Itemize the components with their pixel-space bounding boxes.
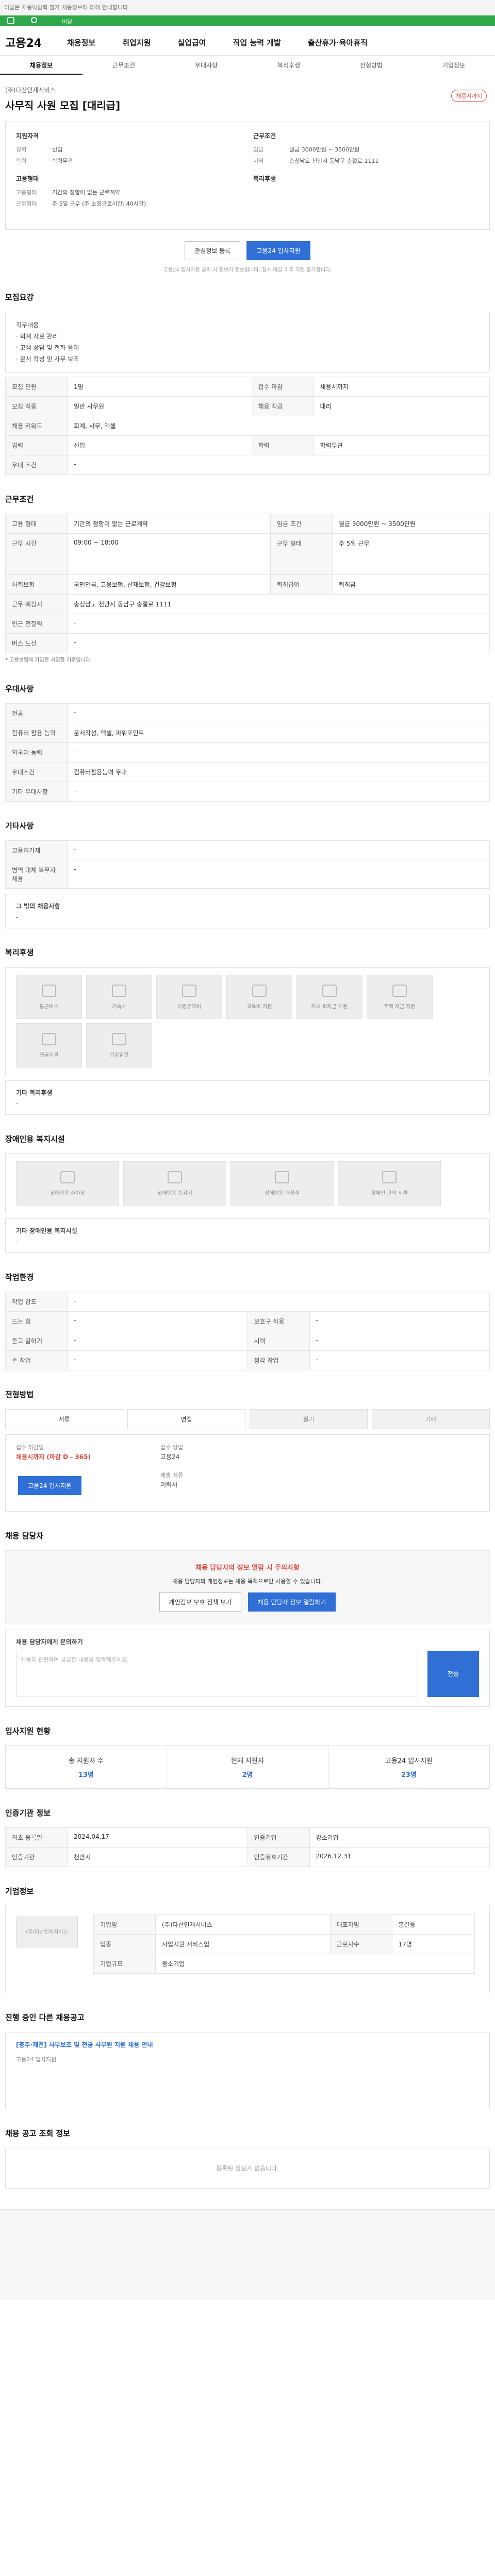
- logo[interactable]: 고용24: [5, 34, 42, 50]
- car-icon: [182, 985, 196, 997]
- section-other-jobs: 진행 중인 다른 채용공고 [충주·제천] 사무보조 및 전공 사무원 지원 채…: [5, 2012, 490, 2109]
- tab[interactable]: 채용정보: [0, 56, 82, 75]
- welfare-card: 자녀 학자금 지원: [296, 975, 362, 1019]
- facility-card: 장애인용 승강기: [123, 1161, 226, 1206]
- welfare-card: 차량유지비: [156, 975, 222, 1019]
- section-tabs: 채용정보 근무조건 우대사항 복리후생 전형방법 기업정보: [0, 56, 495, 75]
- facility-card: 장애인용 화장실: [230, 1161, 334, 1206]
- book-icon: [252, 985, 267, 997]
- health-icon: [112, 1033, 126, 1045]
- section-company: 기업정보 (주)다산인재서비스 기업명 (주)다산인재서비스 대표자명 홍길동 업종 사…: [5, 1886, 490, 1993]
- step-written: 필기: [250, 1409, 368, 1429]
- tab[interactable]: 복리후생: [248, 56, 330, 75]
- job-title: 사무직 사원 모집 [대리급]: [5, 99, 121, 112]
- elevator-icon: [168, 1171, 182, 1183]
- nav-item[interactable]: 실업급여: [177, 37, 206, 48]
- other-job-link[interactable]: [충주·제천] 사무보조 및 전공 사무원 지원 채용 안내: [16, 2040, 222, 2050]
- section-views: 채용 공고 조회 정보 등록된 정보가 없습니다.: [5, 2128, 490, 2189]
- nav-item[interactable]: 출산휴가·육아휴직: [308, 37, 368, 48]
- tab[interactable]: 근무조건: [82, 56, 165, 75]
- company-name: (주)다산인재서비스: [5, 87, 56, 94]
- grid-icon[interactable]: [7, 17, 14, 24]
- section-cert: 인증기관 정보 최초 등록일 2024.04.17 인증기업 강소기업 인증기관 천안시…: [5, 1807, 490, 1867]
- welfare-card: 기숙사: [86, 975, 152, 1019]
- apply-button[interactable]: 고용24 입사지원: [18, 1476, 82, 1495]
- global-banner: 이달은 채용박람회 참가 채용정보에 대해 안내합니다 이달: [0, 0, 495, 26]
- welfare-card: 연금지원: [16, 1023, 82, 1067]
- step-interview: 면접: [127, 1409, 245, 1429]
- footer: [0, 2209, 495, 2300]
- restroom-icon: [275, 1171, 289, 1183]
- job-title-area: (주)다산인재서비스 사무직 사원 모집 [대리급] 채용시까지: [5, 75, 490, 114]
- section-welfare: 복리후생 통근버스 기숙사 차량유지비 교육비 지원 자녀 학자금 지원 주택 …: [5, 947, 490, 1115]
- section-stats: 입사지원 현황 총 지원자 수 13명 현재 지원자 2명 고용24 입사지원 23명: [5, 1725, 490, 1789]
- nav-item[interactable]: 직업 능력 개발: [233, 37, 281, 48]
- welfare-card: 건강검진: [86, 1023, 152, 1067]
- deadline-badge: 채용시까지: [451, 90, 487, 102]
- step-other: 기타: [372, 1409, 490, 1429]
- section-conditions: 근무조건 고용 형태 기간의 정함이 없는 근로계약 임금 조건 월급 3000만원 …: [5, 494, 490, 665]
- banner-strip[interactable]: 이달: [0, 15, 495, 26]
- section-contact: 채용 담당자 채용 담당자의 정보 열람 시 주의사항 채용 담당자의 개인정보…: [5, 1530, 490, 1707]
- welfare-card: 통근버스: [16, 975, 82, 1019]
- house-icon: [112, 985, 126, 997]
- wheelchair-icon: [382, 1171, 397, 1183]
- facility-card: 장애인용 주차장: [16, 1161, 119, 1206]
- nav-item[interactable]: 채용정보: [67, 37, 95, 48]
- section-etc: 기타사항 고용허가제 - 병역 대체 복무자 채용 - 그 밖의 채용사항 -: [5, 820, 490, 928]
- parking-icon: [60, 1171, 75, 1183]
- section-environment: 작업환경 작업 강도 - 드는 힘 - 보호구 착용 - 듣고 말하기 - 시력 - 손 작업…: [5, 1272, 490, 1370]
- tab[interactable]: 기업정보: [412, 56, 495, 75]
- tab[interactable]: 전형방법: [330, 56, 412, 75]
- tab[interactable]: 우대사항: [165, 56, 248, 75]
- privacy-button[interactable]: 개인정보 보호 정책 보기: [159, 1592, 242, 1612]
- welfare-card: 주택 자금 지원: [367, 975, 433, 1019]
- inquiry-textarea[interactable]: 채용과 관련하여 궁금한 내용을 입력해주세요.: [16, 1651, 417, 1697]
- section-recruit: 모집요강 직무내용 · 회계 자료 관리 · 고객 상담 및 전화 응대 · 문서 작…: [5, 292, 490, 475]
- banner-notice: 이달은 채용박람회 참가 채용정보에 대해 안내합니다: [4, 4, 128, 11]
- facility-card: 장애인 편의 시설: [338, 1161, 441, 1206]
- section-screening: 전형방법 서류 면접 필기 기타 접수 마감일 채용시까지 (마감 D - 36…: [5, 1389, 490, 1512]
- apply-button[interactable]: 고용24 입사지원: [246, 241, 310, 260]
- home-icon: [392, 985, 407, 997]
- company-logo: (주)다산인재서비스: [16, 1917, 78, 1947]
- header: 고용24 채용정보 취업지원 실업급여 직업 능력 개발 출산휴가·육아휴직: [0, 26, 495, 56]
- step-document: 서류: [5, 1409, 123, 1429]
- search-icon[interactable]: [31, 17, 37, 23]
- bus-icon: [42, 985, 56, 997]
- summary-box: 지원자격 경력 신입 학력 학력무관 고용형태 고용형태 기간의 정함이 없는 근로계…: [5, 122, 490, 230]
- coin-icon: [42, 1033, 56, 1045]
- nav-item[interactable]: 취업지원: [122, 37, 151, 48]
- cap-icon: [322, 985, 337, 997]
- main-nav: 채용정보 취업지원 실업급여 직업 능력 개발 출산휴가·육아휴직: [67, 37, 394, 48]
- section-preferences: 우대사항 전공 - 컴퓨터 활용 능력 문서작성, 엑셀, 파워포인트 외국어 능력…: [5, 683, 490, 802]
- view-contact-button[interactable]: 채용 담당자 정보 열람하기: [248, 1592, 336, 1612]
- save-interest-button[interactable]: 관심정보 등록: [185, 241, 241, 260]
- section-disability: 장애인용 복지시설 장애인용 주차장 장애인용 승강기 장애인용 화장실 장애인…: [5, 1133, 490, 1253]
- welfare-card: 교육비 지원: [226, 975, 292, 1019]
- send-button[interactable]: 전송: [427, 1651, 479, 1697]
